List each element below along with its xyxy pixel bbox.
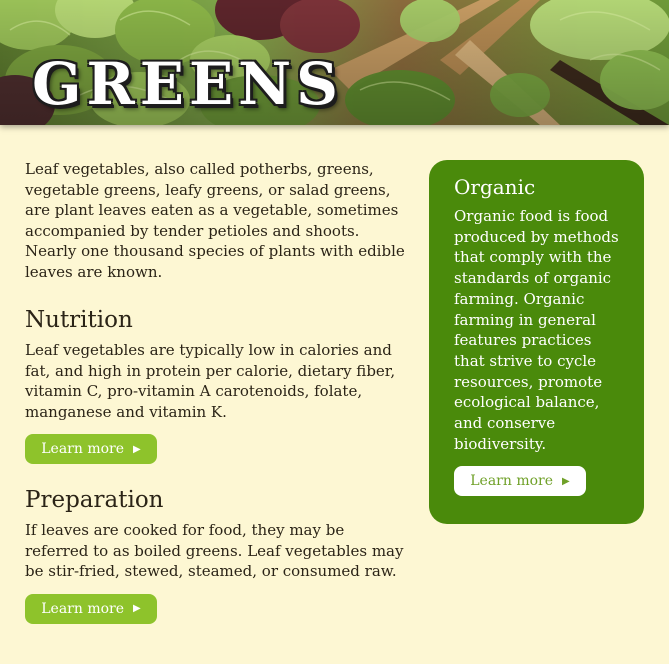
arrow-right-icon: ▶ (133, 443, 141, 455)
nutrition-section: Nutrition Leaf vegetables are typically … (25, 309, 405, 464)
arrow-right-icon: ▶ (133, 603, 141, 614)
button-label: Learn more (41, 441, 125, 457)
nutrition-text: Leaf vegetables are typically low in cal… (25, 341, 396, 421)
preparation-section: Preparation If leaves are cooked for foo… (25, 489, 405, 624)
organic-sidebar: Organic Organic food is food produced by… (429, 160, 644, 524)
button-label: Learn more (470, 473, 554, 490)
preparation-heading: Preparation (25, 487, 164, 513)
hero-banner: GREENS (0, 0, 669, 125)
organic-heading: Organic (454, 175, 536, 199)
page-title: GREENS (32, 50, 344, 118)
organic-learn-more-button[interactable]: Learn more ▶ (454, 466, 586, 497)
nutrition-heading: Nutrition (25, 307, 133, 333)
organic-text: Organic food is food produced by methods… (454, 207, 619, 453)
preparation-text: If leaves are cooked for food, they may … (25, 521, 404, 580)
nutrition-learn-more-button[interactable]: Learn more ▶ (25, 434, 157, 464)
button-label: Learn more (41, 600, 125, 617)
preparation-learn-more-button[interactable]: Learn more ▶ (25, 593, 157, 624)
intro-text: Leaf vegetables, also called potherbs, g… (25, 160, 405, 281)
main-content: Leaf vegetables, also called potherbs, g… (25, 159, 405, 624)
arrow-right-icon: ▶ (562, 475, 570, 487)
